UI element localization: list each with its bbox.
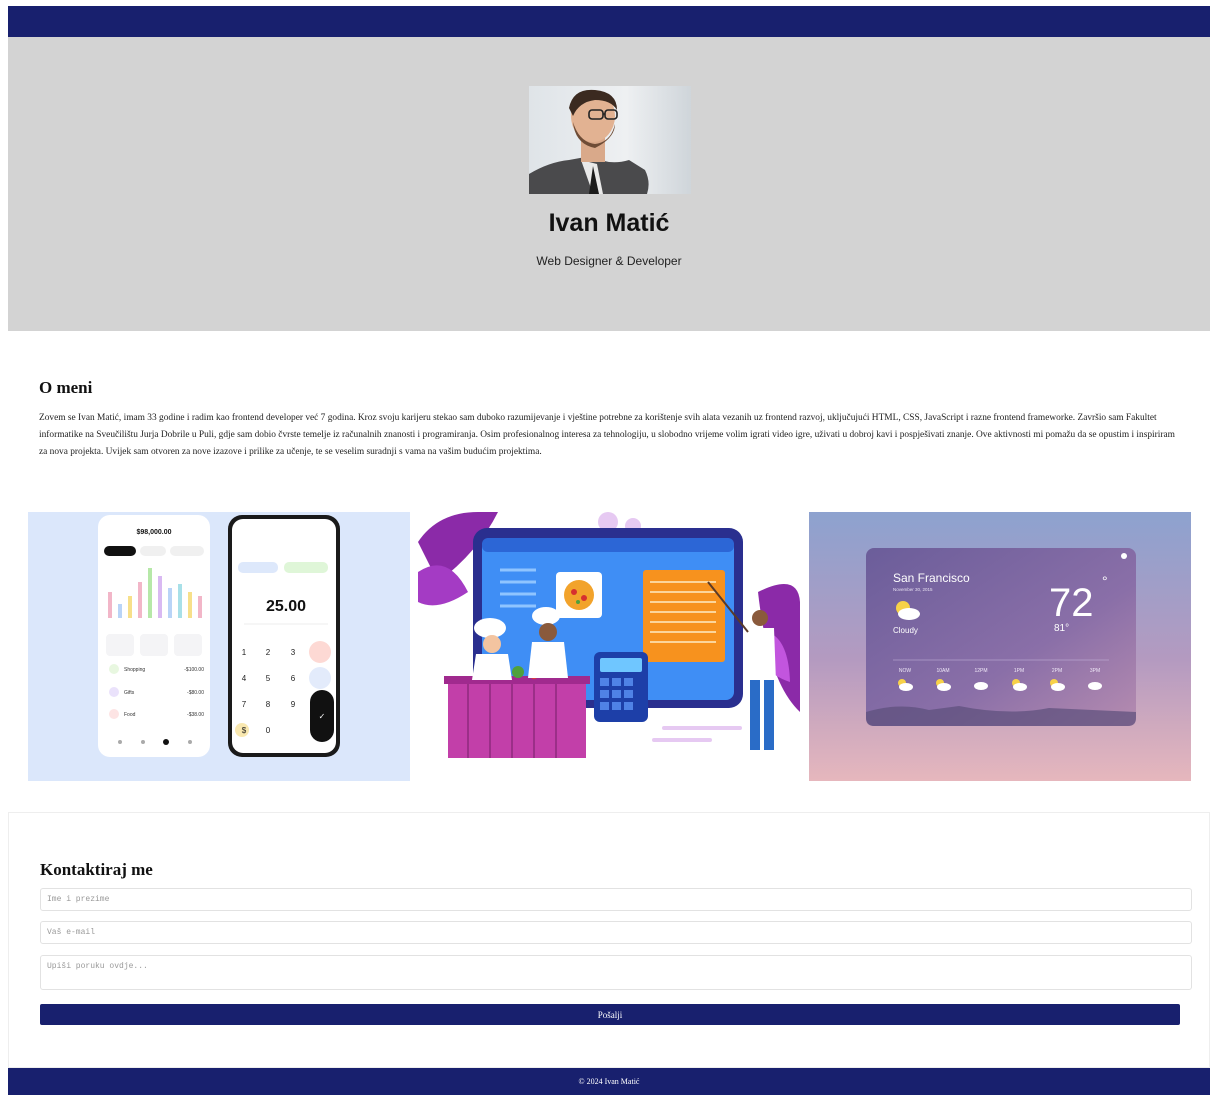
finance-key-2: 2 <box>266 648 271 657</box>
finance-tx-2-label: Gifts <box>124 690 135 696</box>
weather-temp: 72 <box>1049 581 1094 625</box>
project-restaurant-image[interactable] <box>418 512 800 781</box>
finance-key-7: 7 <box>242 700 247 709</box>
finance-tx-1-value: -$100.00 <box>184 667 204 673</box>
contact-title: Kontaktiraj me <box>40 860 153 879</box>
weather-hour-2: 10AM <box>936 668 949 674</box>
finance-key-5: 5 <box>266 674 271 683</box>
finance-key-8: 8 <box>266 700 271 709</box>
finance-key-dollar: $ <box>242 726 247 735</box>
finance-key-6: 6 <box>291 674 296 683</box>
weather-condition: Cloudy <box>893 626 918 635</box>
about-title: O meni <box>39 378 93 397</box>
weather-hour-6: 3PM <box>1090 668 1100 674</box>
hero-section: Ivan Matić Web Designer & Developer <box>8 37 1210 331</box>
project-gallery: $98,000.00 Shopping -$100.00 Gifts -$80.… <box>28 512 1191 781</box>
weather-hour-4: 1PM <box>1014 668 1024 674</box>
svg-text:°: ° <box>1102 573 1108 589</box>
message-textarea[interactable] <box>40 955 1192 990</box>
finance-key-0: 0 <box>266 726 271 735</box>
finance-tx-3-label: Food <box>124 712 136 718</box>
finance-balance: $98,000.00 <box>136 529 171 536</box>
weather-feels: 81° <box>1054 623 1069 634</box>
finance-tx-1-label: Shopping <box>124 667 145 673</box>
weather-hour-5: 2PM <box>1052 668 1062 674</box>
profile-photo <box>529 86 691 194</box>
hero-subtitle: Web Designer & Developer <box>536 254 682 268</box>
name-input[interactable] <box>40 888 1192 911</box>
project-finance-app-image[interactable]: $98,000.00 Shopping -$100.00 Gifts -$80.… <box>28 512 410 781</box>
finance-tx-2-value: -$80.00 <box>187 690 204 696</box>
finance-key-4: 4 <box>242 674 247 683</box>
project-weather-app-image[interactable]: San Francisco November 30, 2015 72 ° Clo… <box>809 512 1191 781</box>
footer-copyright: © 2024 Ivan Matić <box>578 1077 640 1086</box>
finance-key-3: 3 <box>291 648 296 657</box>
finance-key-1: 1 <box>242 648 247 657</box>
finance-key-confirm: ✓ <box>319 712 326 721</box>
finance-amount: 25.00 <box>266 598 306 615</box>
email-input[interactable] <box>40 921 1192 944</box>
contact-section: Kontaktiraj me Pošalji <box>8 812 1210 1068</box>
weather-hour-3: 12PM <box>974 668 987 674</box>
finance-key-9: 9 <box>291 700 296 709</box>
weather-city: San Francisco <box>893 571 970 585</box>
footer: © 2024 Ivan Matić <box>8 1068 1210 1095</box>
send-button[interactable]: Pošalji <box>40 1004 1180 1025</box>
weather-date: November 30, 2015 <box>893 587 933 592</box>
finance-tx-3-value: -$38.00 <box>187 712 204 718</box>
weather-hour-1: NOW <box>899 668 912 674</box>
hero-name: Ivan Matić <box>548 209 670 237</box>
about-text: Zovem se Ivan Matić, imam 33 godine i ra… <box>39 413 1175 457</box>
top-nav-bar <box>8 6 1210 37</box>
